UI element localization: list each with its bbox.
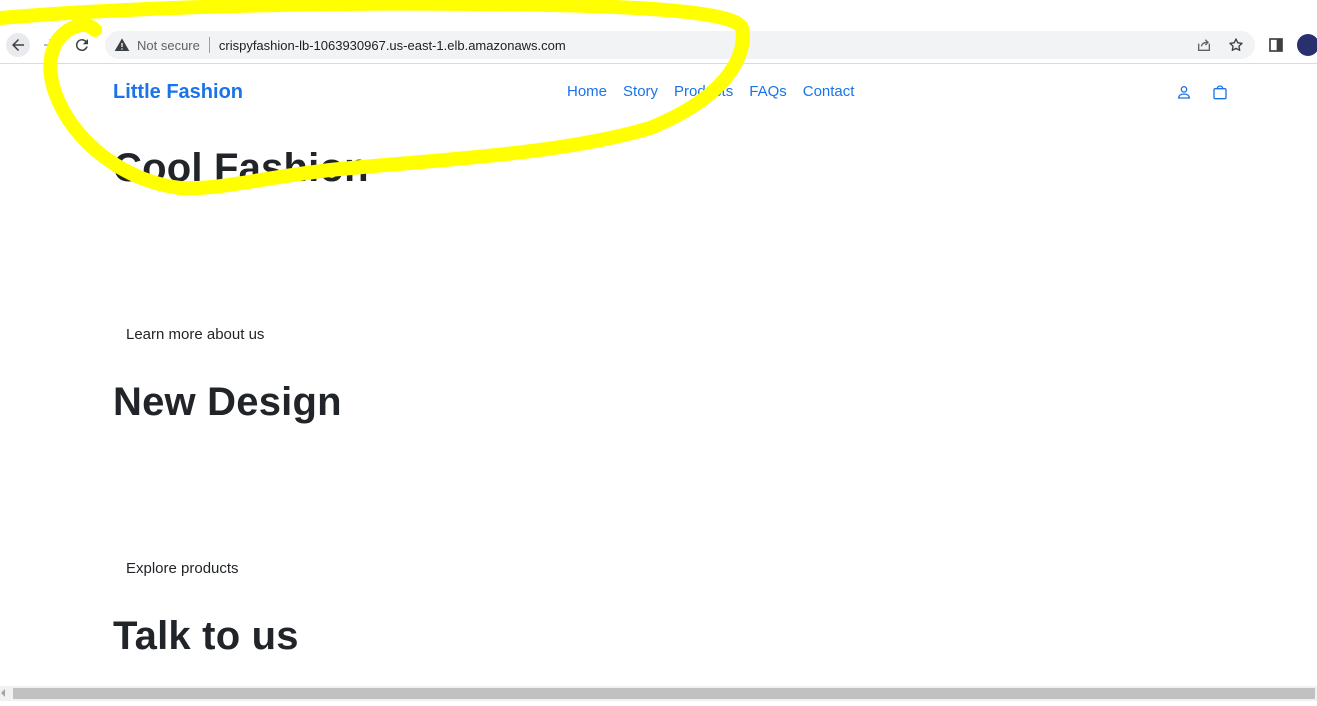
security-label: Not secure [137, 37, 200, 53]
share-icon [1198, 39, 1210, 51]
profile-avatar[interactable] [1297, 34, 1317, 56]
scroll-left-arrow-icon[interactable] [1, 689, 5, 697]
nav-story[interactable]: Story [623, 83, 658, 100]
forward-icon [44, 39, 56, 51]
bookmark-button[interactable] [1225, 35, 1247, 55]
side-panel-icon [1269, 38, 1283, 52]
back-button[interactable] [6, 33, 30, 57]
user-icon [1177, 86, 1191, 99]
horizontal-scrollbar[interactable] [0, 686, 1317, 701]
reload-button[interactable] [70, 33, 94, 57]
nav-products[interactable]: Products [674, 83, 733, 100]
reload-icon [75, 39, 88, 52]
explore-products-link[interactable]: Explore products [126, 560, 239, 577]
warning-icon [114, 38, 130, 51]
security-chip[interactable]: Not secure [114, 31, 200, 59]
hero-title-new-design: New Design [113, 380, 342, 424]
star-icon [1229, 38, 1243, 51]
horizontal-scroll-thumb[interactable] [13, 688, 1315, 699]
omnibox-divider [208, 37, 210, 53]
learn-more-link[interactable]: Learn more about us [126, 326, 264, 343]
account-button[interactable] [1175, 83, 1193, 101]
brand-logo[interactable]: Little Fashion [113, 81, 243, 104]
url-text[interactable]: crispyfashion-lb-1063930967.us-east-1.el… [219, 38, 566, 53]
back-icon [12, 39, 24, 51]
nav-contact[interactable]: Contact [803, 83, 855, 100]
side-panel-button[interactable] [1266, 35, 1286, 55]
main-nav: Home Story Products FAQs Contact [567, 83, 854, 100]
share-button[interactable] [1193, 35, 1215, 55]
site-header: Little Fashion Home Story Products FAQs … [0, 64, 1317, 122]
nav-faqs[interactable]: FAQs [749, 83, 787, 100]
hero-title-talk-to-us: Talk to us [113, 614, 299, 658]
header-icons [1175, 83, 1229, 101]
forward-button[interactable] [38, 33, 62, 57]
address-bar[interactable]: Not secure crispyfashion-lb-1063930967.u… [105, 31, 1255, 59]
hero-title-cool-fashion: Cool Fashion [113, 146, 369, 190]
cart-button[interactable] [1211, 83, 1229, 101]
shopping-bag-icon [1213, 85, 1227, 100]
nav-home[interactable]: Home [567, 83, 607, 100]
browser-toolbar: Not secure crispyfashion-lb-1063930967.u… [0, 0, 1317, 64]
